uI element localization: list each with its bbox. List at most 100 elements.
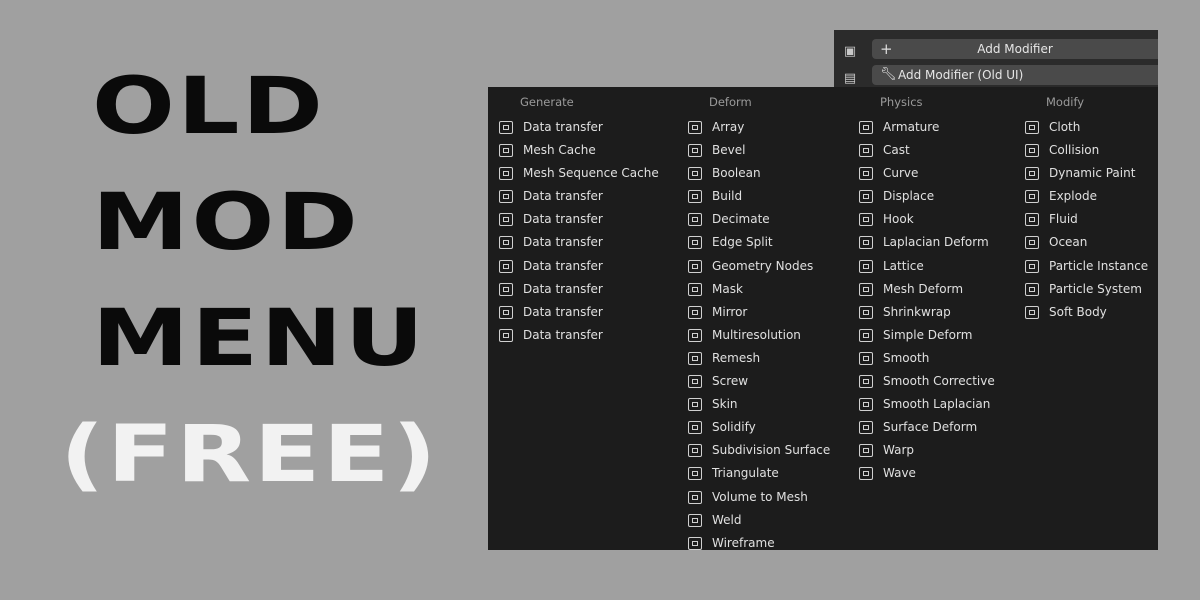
menu-item-deform[interactable]: Build — [687, 185, 830, 208]
menu-item-generate[interactable]: Data transfer — [498, 301, 659, 324]
menu-item-physics[interactable]: Armature — [858, 116, 995, 139]
menu-item-label: Weld — [712, 512, 742, 527]
menu-item-deform[interactable]: Weld — [687, 509, 830, 532]
menu-item-label: Explode — [1049, 189, 1097, 204]
menu-item-label: Displace — [883, 189, 935, 204]
menu-item-deform[interactable]: Screw — [687, 370, 830, 393]
menu-item-physics[interactable]: Curve — [858, 162, 995, 185]
menu-item-label: Remesh — [712, 350, 761, 365]
menu-item-label: Wireframe — [712, 535, 775, 550]
menu-item-deform[interactable]: Subdivision Surface — [687, 439, 830, 462]
menu-item-deform[interactable]: Boolean — [687, 162, 830, 185]
menu-item-deform[interactable]: Skin — [687, 393, 830, 416]
armature-icon — [859, 121, 873, 134]
laplacian-deform-icon — [859, 236, 873, 250]
edge-split-icon — [688, 236, 702, 250]
menu-item-physics[interactable]: Smooth Corrective — [858, 370, 995, 393]
menu-item-physics[interactable]: Simple Deform — [858, 324, 995, 347]
add-modifier-old-ui-label: Add Modifier (Old UI) — [898, 68, 1024, 82]
menu-item-label: Data transfer — [523, 189, 603, 204]
smooth-laplacian-icon — [859, 398, 873, 412]
tool-properties-icon[interactable]: ▣ — [842, 45, 858, 59]
add-modifier-old-ui-button[interactable]: 🔧︎ Add Modifier (Old UI) — [872, 65, 1158, 85]
title-line-mod: MOD — [92, 178, 361, 268]
menu-item-generate[interactable]: Mesh Cache — [498, 139, 659, 162]
menu-item-label: Data transfer — [523, 281, 603, 296]
menu-item-deform[interactable]: Decimate — [687, 208, 830, 231]
menu-item-label: Mesh Sequence Cache — [523, 166, 659, 181]
column-heading-physics: Physics — [880, 95, 923, 109]
menu-item-physics[interactable]: Cast — [858, 139, 995, 162]
menu-item-generate[interactable]: Mesh Sequence Cache — [498, 162, 659, 185]
plus-icon: + — [880, 40, 893, 58]
menu-item-label: Mirror — [712, 304, 748, 319]
menu-column-physics: Physics Armature Cast Curve Displace Hook Lap… — [858, 93, 995, 486]
weight-icon — [499, 328, 513, 342]
mirror-icon — [688, 305, 702, 319]
ocean-icon — [1025, 236, 1039, 250]
add-modifier-button[interactable]: + Add Modifier — [872, 39, 1158, 59]
menu-item-deform[interactable]: Bevel — [687, 139, 830, 162]
menu-item-deform[interactable]: Edge Split — [687, 231, 830, 254]
array-icon — [688, 121, 702, 134]
menu-item-modify[interactable]: Ocean — [1024, 231, 1148, 254]
menu-item-deform[interactable]: Multiresolution — [687, 324, 830, 347]
menu-item-deform[interactable]: Mirror — [687, 301, 830, 324]
menu-item-modify[interactable]: Explode — [1024, 185, 1148, 208]
menu-item-modify[interactable]: Dynamic Paint — [1024, 162, 1148, 185]
menu-item-physics[interactable]: Laplacian Deform — [858, 231, 995, 254]
menu-item-label: Screw — [712, 374, 749, 389]
menu-item-physics[interactable]: Wave — [858, 462, 995, 485]
menu-item-deform[interactable]: Geometry Nodes — [687, 255, 830, 278]
menu-item-deform[interactable]: Array — [687, 116, 830, 139]
menu-item-deform[interactable]: Mask — [687, 278, 830, 301]
column-heading-deform: Deform — [709, 95, 752, 109]
menu-item-generate[interactable]: Data transfer — [498, 208, 659, 231]
displace-icon — [859, 190, 873, 204]
menu-item-label: Multiresolution — [712, 327, 801, 342]
menu-item-generate[interactable]: Data transfer — [498, 185, 659, 208]
menu-item-deform[interactable]: Wireframe — [687, 532, 830, 555]
menu-item-modify[interactable]: Fluid — [1024, 208, 1148, 231]
menu-item-label: Mask — [712, 281, 743, 296]
menu-item-deform[interactable]: Solidify — [687, 416, 830, 439]
menu-item-physics[interactable]: Displace — [858, 185, 995, 208]
menu-item-generate[interactable]: Data transfer — [498, 116, 659, 139]
menu-column-modify: Modify Cloth Collision Dynamic Paint Explod… — [1024, 93, 1148, 324]
menu-item-physics[interactable]: Smooth — [858, 347, 995, 370]
menu-item-modify[interactable]: Particle System — [1024, 278, 1148, 301]
menu-item-physics[interactable]: Shrinkwrap — [858, 301, 995, 324]
properties-panel: ▣ ▤ + Add Modifier 🔧︎ Add Modifier (Old … — [834, 30, 1158, 88]
menu-item-physics[interactable]: Lattice — [858, 255, 995, 278]
menu-item-physics[interactable]: Surface Deform — [858, 416, 995, 439]
menu-item-generate[interactable]: Data transfer — [498, 324, 659, 347]
render-properties-icon[interactable]: ▤ — [842, 72, 858, 86]
title-line-free: (FREE) — [60, 410, 440, 500]
menu-item-physics[interactable]: Smooth Laplacian — [858, 393, 995, 416]
modifier-menu: Generate Data transfer Mesh Cache Mesh Seq… — [488, 87, 1158, 550]
menu-item-generate[interactable]: Data transfer — [498, 278, 659, 301]
mesh-cache-icon — [499, 144, 513, 158]
menu-item-label: Curve — [883, 166, 919, 181]
menu-item-modify[interactable]: Cloth — [1024, 116, 1148, 139]
menu-item-deform[interactable]: Volume to Mesh — [687, 486, 830, 509]
menu-item-label: Soft Body — [1049, 304, 1107, 319]
weight-icon — [499, 305, 513, 319]
menu-item-deform[interactable]: Triangulate — [687, 462, 830, 485]
menu-item-label: Armature — [883, 120, 940, 134]
menu-item-physics[interactable]: Hook — [858, 208, 995, 231]
menu-item-modify[interactable]: Particle Instance — [1024, 255, 1148, 278]
menu-item-physics[interactable]: Warp — [858, 439, 995, 462]
menu-item-generate[interactable]: Data transfer — [498, 255, 659, 278]
menu-item-generate[interactable]: Data transfer — [498, 231, 659, 254]
hook-icon — [859, 213, 873, 227]
menu-item-modify[interactable]: Collision — [1024, 139, 1148, 162]
data-transfer-icon — [499, 121, 513, 134]
menu-item-modify[interactable]: Soft Body — [1024, 301, 1148, 324]
menu-item-physics[interactable]: Mesh Deform — [858, 278, 995, 301]
menu-item-deform[interactable]: Remesh — [687, 347, 830, 370]
curve-icon — [859, 167, 873, 181]
title-line-old: OLD — [92, 62, 326, 152]
smooth-icon — [859, 351, 873, 365]
mesh-sequence-cache-icon — [499, 167, 513, 181]
